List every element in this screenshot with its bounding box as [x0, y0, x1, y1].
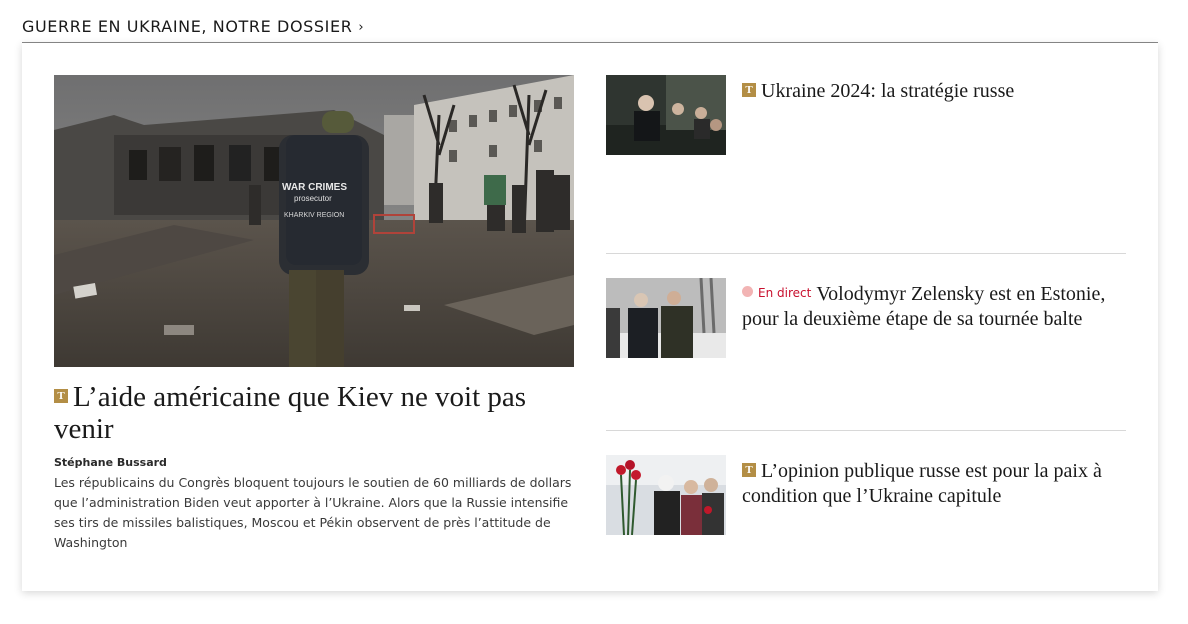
- section-title-text: GUERRE EN UKRAINE, NOTRE DOSSIER: [22, 17, 353, 36]
- premium-t-badge-icon: T: [742, 83, 756, 98]
- dossier-card: WAR CRIMES prosecutor KHARKIV REGION T L’…: [22, 43, 1158, 591]
- side-article-title-text: L’opinion publique russe est pour la pai…: [742, 460, 1102, 507]
- lead-article-author: Stéphane Bussard: [54, 456, 167, 469]
- side-article-list: T Ukraine 2024: la stratégie russe En dir…: [606, 75, 1126, 608]
- side-article-thumbnail[interactable]: [606, 277, 726, 358]
- side-article-title[interactable]: En direct Volodymyr Zelensky est en Eston…: [742, 278, 1126, 332]
- lead-article-description: Les républicains du Congrès bloquent tou…: [54, 475, 572, 550]
- live-label: En direct: [758, 285, 812, 300]
- side-article-thumbnail[interactable]: [606, 75, 726, 155]
- vest-text-line2: prosecutor: [294, 194, 332, 203]
- live-dot-icon: [742, 286, 753, 298]
- side-article-title[interactable]: T L’opinion publique russe est pour la pa…: [742, 455, 1126, 508]
- vest-text-line1: WAR CRIMES: [282, 182, 347, 193]
- side-article[interactable]: En direct Volodymyr Zelensky est en Eston…: [606, 252, 1126, 431]
- lead-article-image[interactable]: WAR CRIMES prosecutor KHARKIV REGION: [54, 75, 574, 367]
- side-article[interactable]: T L’opinion publique russe est pour la pa…: [606, 430, 1126, 608]
- lead-article-title[interactable]: T L’aide américaine que Kiev ne voit pas …: [54, 381, 574, 445]
- side-article-title[interactable]: T Ukraine 2024: la stratégie russe: [742, 75, 1014, 104]
- premium-t-badge-icon: T: [54, 389, 68, 404]
- side-article-title-text: Ukraine 2024: la stratégie russe: [761, 80, 1015, 102]
- lead-article-title-text: L’aide américaine que Kiev ne voit pas v…: [54, 381, 527, 445]
- side-article-thumbnail[interactable]: [606, 455, 726, 535]
- section-title-link[interactable]: GUERRE EN UKRAINE, NOTRE DOSSIER ›: [22, 14, 364, 42]
- side-article[interactable]: T Ukraine 2024: la stratégie russe: [606, 75, 1126, 253]
- premium-t-badge-icon: T: [742, 463, 756, 478]
- section-header: GUERRE EN UKRAINE, NOTRE DOSSIER ›: [22, 14, 1158, 43]
- lead-article[interactable]: WAR CRIMES prosecutor KHARKIV REGION T L’…: [54, 75, 574, 553]
- chevron-right-icon: ›: [358, 20, 365, 35]
- vest-text-line3: KHARKIV REGION: [284, 212, 344, 219]
